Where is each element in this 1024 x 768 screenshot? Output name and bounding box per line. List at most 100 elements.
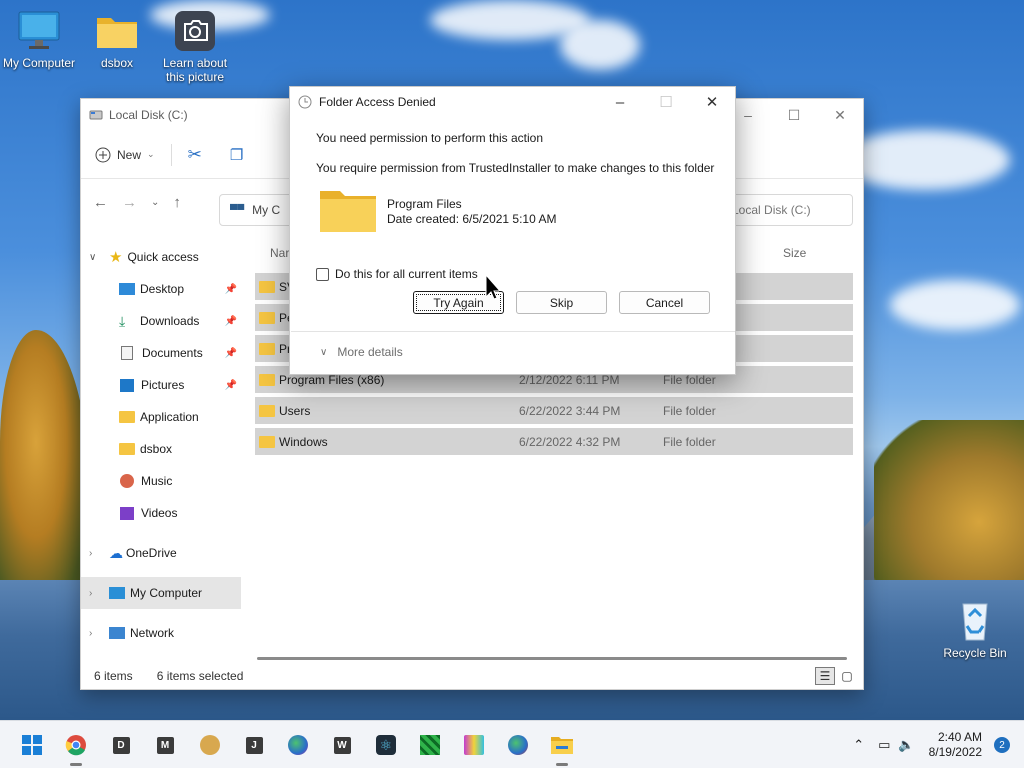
taskbar-app-m[interactable]: M [151,731,179,759]
download-arrow-icon: ⤓ [119,312,126,329]
globe-app-2-icon [508,735,528,755]
clock-time: 2:40 AM [937,730,982,744]
folder-date-created: Date created: 6/5/2021 5:10 AM [387,212,557,226]
nav-desktop[interactable]: Desktop 📌 [81,273,241,305]
dialog-titlebar[interactable]: Folder Access Denied – ☐ ✕ [290,87,735,117]
search-box[interactable]: Local Disk (C:) [721,194,853,226]
nav-quick-access[interactable]: ∨ ★ Quick access [81,241,241,273]
nav-music[interactable]: Music [81,465,241,497]
speaker-icon[interactable]: 🔈 [898,737,914,753]
nav-dsbox[interactable]: dsbox [81,433,241,465]
chevron-up-icon[interactable]: ⌃ [853,737,864,753]
cut-icon[interactable]: ✂ [188,145,202,165]
recent-locations-icon[interactable]: ⌄ [151,197,159,208]
file-explorer-icon [551,737,573,754]
desktop-icon-learn-about-picture[interactable]: Learn about this picture [157,10,233,84]
taskbar-app-d[interactable]: D [107,731,135,759]
nav-network[interactable]: › Network [81,617,241,649]
nav-videos[interactable]: Videos [81,497,241,529]
music-icon [120,474,134,488]
nav-label: Music [141,474,173,488]
desktop-icon-dsbox[interactable]: dsbox [79,10,155,70]
chevron-down-icon: ∨ [89,251,97,263]
pin-icon[interactable]: 📌 [225,316,237,327]
taskbar: D M J W ⚛ ⌃ ▭ 🔈 2:40 AM 8/19/2022 2 [0,720,1024,768]
search-placeholder: Local Disk (C:) [732,203,811,217]
taskbar-film[interactable] [460,731,488,759]
horizontal-scrollbar[interactable] [257,657,847,660]
dialog-close-button[interactable]: ✕ [689,87,735,117]
back-arrow-icon[interactable]: ← [93,194,108,211]
new-button[interactable]: New ⌄ [95,147,155,163]
taskbar-globe-app-2[interactable] [504,731,532,759]
up-arrow-icon[interactable]: ↑ [173,194,181,211]
network-display-icon[interactable]: ▭ [878,737,890,753]
pin-icon[interactable]: 📌 [225,348,237,359]
nav-label: Desktop [140,282,185,296]
chevron-down-icon: ⌄ [147,149,155,159]
clock[interactable]: 2:40 AM 8/19/2022 [929,730,982,760]
chevron-right-icon: › [89,627,93,639]
pin-icon[interactable]: 📌 [225,380,237,391]
copy-icon[interactable]: ❐ [230,146,243,164]
nav-label: Documents [142,346,203,360]
maximize-button[interactable]: ☐ [771,99,817,131]
folder-icon [259,435,275,448]
system-tray: ⌃ ▭ 🔈 2:40 AM 8/19/2022 2 [853,721,1024,768]
file-row[interactable]: Users 6/22/2022 3:44 PM File folder [255,397,853,424]
dialog-title: Folder Access Denied [319,95,436,109]
d-app-icon: D [112,736,130,754]
nav-label: OneDrive [126,546,177,560]
file-date: 6/22/2022 3:44 PM [519,403,621,418]
taskbar-green-grid[interactable] [416,731,444,759]
dialog-minimize-button[interactable]: – [597,87,643,117]
taskbar-atom[interactable]: ⚛ [372,731,400,759]
file-row[interactable]: Windows 6/22/2022 4:32 PM File folder [255,428,853,455]
taskbar-doge[interactable] [196,731,224,759]
desktop-icon-label: Learn about this picture [162,56,228,84]
forward-arrow-icon[interactable]: → [122,194,137,211]
new-button-label: New [117,147,142,162]
pin-icon[interactable]: 📌 [225,284,237,295]
taskbar-globe-app[interactable] [284,731,312,759]
apply-to-all-checkbox[interactable]: Do this for all current items [316,267,478,281]
nav-documents[interactable]: Documents 📌 [81,337,241,369]
desktop-icon-recycle-bin[interactable]: Recycle Bin [937,598,1013,660]
checkbox-label: Do this for all current items [335,267,478,281]
details-view-icon[interactable]: ☰ [815,667,835,685]
taskbar-app-j[interactable]: J [240,731,268,759]
desktop-icon-my-computer[interactable]: My Computer [1,10,77,70]
column-header-name[interactable]: Nar [270,246,289,260]
address-path: My C [252,203,281,217]
taskbar-app-w[interactable]: W [328,731,356,759]
cancel-button[interactable]: Cancel [619,291,710,314]
notification-badge[interactable]: 2 [994,737,1010,753]
folder-info: Program Files Date created: 6/5/2021 5:1… [319,187,556,235]
permission-message: You need permission to perform this acti… [316,131,544,145]
w-app-icon: W [333,736,351,754]
checkbox-box[interactable] [316,267,329,281]
column-header-size[interactable]: Size [783,246,806,260]
desktop-icon-label: My Computer [2,56,76,70]
close-button[interactable]: ✕ [817,99,863,131]
chevron-right-icon: › [89,547,93,559]
nav-pictures[interactable]: Pictures 📌 [81,369,241,401]
nav-application[interactable]: Application [81,401,241,433]
nav-onedrive[interactable]: › ☁ OneDrive [81,537,241,569]
start-button[interactable] [18,731,46,759]
chevron-right-icon: › [89,587,93,599]
mouse-cursor-icon [485,274,499,300]
dialog-maximize-button: ☐ [659,94,673,111]
clock-icon [298,95,312,109]
globe-app-icon [288,735,308,755]
tiles-view-icon[interactable]: ▢ [837,667,857,685]
nav-label: My Computer [130,586,203,600]
more-details-toggle[interactable]: ∨ More details [320,345,403,359]
nav-downloads[interactable]: ⤓ Downloads 📌 [81,305,241,337]
folder-icon [97,18,137,48]
skip-button[interactable]: Skip [516,291,607,314]
green-grid-icon [420,735,440,755]
nav-my-computer[interactable]: › My Computer [81,577,241,609]
taskbar-file-explorer[interactable] [548,731,576,766]
taskbar-chrome[interactable] [62,731,90,766]
